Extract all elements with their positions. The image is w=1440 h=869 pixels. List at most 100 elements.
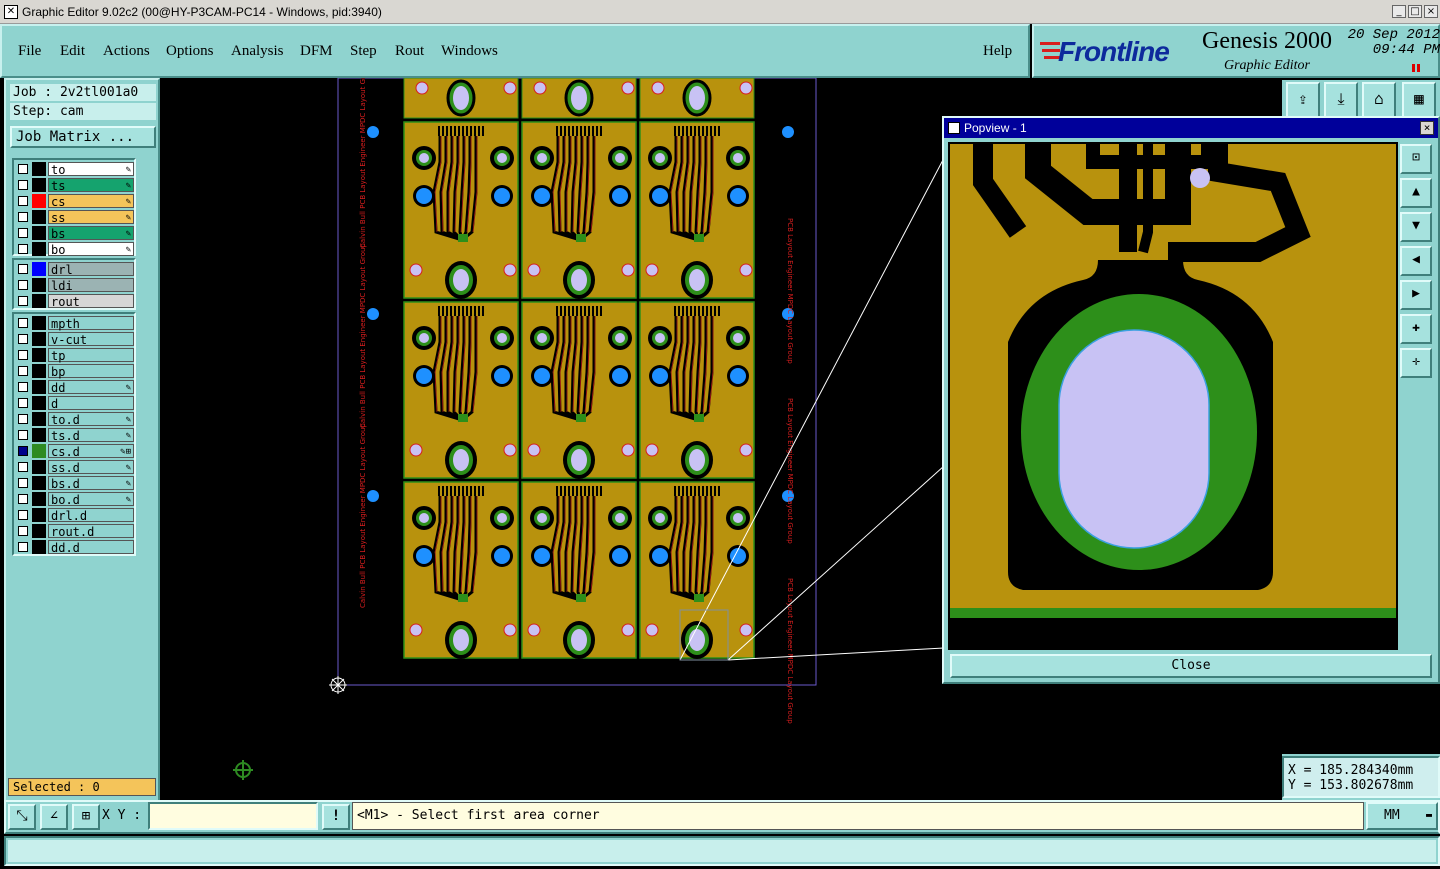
layer-name[interactable]: bo.d ✎ [48,492,134,507]
popview-close-icon[interactable]: × [1420,121,1434,135]
layer-row-d[interactable]: d [16,396,134,411]
layer-name[interactable]: bs ✎ [48,226,134,241]
layer-name[interactable]: ss ✎ [48,210,134,225]
menu-help[interactable]: Help [983,43,1012,60]
layer-checkbox[interactable] [18,296,28,306]
layer-color-swatch[interactable] [32,444,46,458]
layer-color-swatch[interactable] [32,412,46,426]
popview-close-button[interactable]: Close [950,654,1432,678]
menu-dfm[interactable]: DFM [300,43,333,60]
menu-options[interactable]: Options [166,43,214,60]
layer-checkbox[interactable] [18,526,28,536]
layer-color-swatch[interactable] [32,524,46,538]
layer-name[interactable]: d [48,396,134,411]
grid-mode-icon[interactable]: ⊞ [72,804,100,830]
layer-row-rout.d[interactable]: rout.d [16,524,134,539]
menu-file[interactable]: File [18,43,41,60]
layer-row-ss.d[interactable]: ss.d ✎ [16,460,134,475]
units-select[interactable]: MM ▬ [1366,802,1438,830]
layer-checkbox[interactable] [18,164,28,174]
layer-checkbox[interactable] [18,280,28,290]
layer-checkbox[interactable] [18,334,28,344]
layer-color-swatch[interactable] [32,460,46,474]
pause-icon[interactable] [1412,64,1415,72]
layer-checkbox[interactable] [18,414,28,424]
layer-row-ss[interactable]: ss ✎ [16,210,134,225]
layer-color-swatch[interactable] [32,242,46,256]
popview-pan-down-icon[interactable]: ▼ [1400,212,1432,242]
layer-row-v-cut[interactable]: v-cut [16,332,134,347]
layer-color-swatch[interactable] [32,162,46,176]
toolbar-export-icon[interactable]: ⇪ [1286,82,1320,118]
layer-checkbox[interactable] [18,478,28,488]
layer-checkbox[interactable] [18,180,28,190]
layer-checkbox[interactable] [18,446,28,456]
layer-checkbox[interactable] [18,318,28,328]
layer-name[interactable]: cs ✎ [48,194,134,209]
layer-row-bo.d[interactable]: bo.d ✎ [16,492,134,507]
layer-checkbox[interactable] [18,542,28,552]
layer-checkbox[interactable] [18,228,28,238]
layer-checkbox[interactable] [18,430,28,440]
layer-row-dd.d[interactable]: dd.d [16,540,134,555]
popview-menu-icon[interactable] [948,122,960,134]
layer-row-ldi[interactable]: ldi [16,278,134,293]
layer-color-swatch[interactable] [32,348,46,362]
menu-step[interactable]: Step [350,43,377,60]
layer-row-cs[interactable]: cs ✎ [16,194,134,209]
toolbar-grid-icon[interactable]: ▦ [1402,82,1436,118]
layer-checkbox[interactable] [18,494,28,504]
layer-name[interactable]: tp [48,348,134,363]
snap-mode-icon[interactable]: ⤡ [8,804,36,830]
layer-color-swatch[interactable] [32,278,46,292]
layer-name[interactable]: ts ✎ [48,178,134,193]
system-menu-icon[interactable]: ✕ [4,5,18,19]
layer-name[interactable]: mpth [48,316,134,331]
layer-name[interactable]: bo ✎ [48,242,134,257]
popview-zoom-out-icon[interactable]: ✛ [1400,348,1432,378]
layer-name[interactable]: rout.d [48,524,134,539]
layer-name[interactable]: to.d ✎ [48,412,134,427]
layer-name[interactable]: drl [48,262,134,277]
menu-actions[interactable]: Actions [103,43,150,60]
layer-name[interactable]: bp [48,364,134,379]
toolbar-import-icon[interactable]: ⤓ [1324,82,1358,118]
popview-canvas[interactable] [948,142,1398,650]
menu-windows[interactable]: Windows [441,43,498,60]
layer-color-swatch[interactable] [32,178,46,192]
layer-color-swatch[interactable] [32,540,46,554]
layer-name[interactable]: to ✎ [48,162,134,177]
layer-row-bp[interactable]: bp [16,364,134,379]
layer-color-swatch[interactable] [32,380,46,394]
layer-checkbox[interactable] [18,510,28,520]
layer-row-cs.d[interactable]: cs.d ✎⊞ [16,444,134,459]
layer-color-swatch[interactable] [32,508,46,522]
layer-row-bo[interactable]: bo ✎ [16,242,134,257]
layer-row-ts.d[interactable]: ts.d ✎ [16,428,134,443]
layer-row-tp[interactable]: tp [16,348,134,363]
menu-rout[interactable]: Rout [395,43,424,60]
layer-checkbox[interactable] [18,366,28,376]
job-matrix-button[interactable]: Job Matrix ... [10,126,156,148]
layer-checkbox[interactable] [18,350,28,360]
layer-row-ts[interactable]: ts ✎ [16,178,134,193]
layer-checkbox[interactable] [18,398,28,408]
toolbar-home-icon[interactable]: ⌂ [1362,82,1396,118]
layer-checkbox[interactable] [18,244,28,254]
layer-row-dd[interactable]: dd ✎ [16,380,134,395]
layer-name[interactable]: v-cut [48,332,134,347]
layer-checkbox[interactable] [18,462,28,472]
layer-color-swatch[interactable] [32,476,46,490]
layer-name[interactable]: ts.d ✎ [48,428,134,443]
popview-pan-up-icon[interactable]: ▲ [1400,178,1432,208]
menu-analysis[interactable]: Analysis [231,43,284,60]
layer-color-swatch[interactable] [32,316,46,330]
layer-color-swatch[interactable] [32,294,46,308]
layer-row-drl.d[interactable]: drl.d [16,508,134,523]
layer-name[interactable]: ldi [48,278,134,293]
layer-name[interactable]: drl.d [48,508,134,523]
layer-row-to[interactable]: to ✎ [16,162,134,177]
close-window-button[interactable]: × [1424,5,1438,18]
layer-row-bs.d[interactable]: bs.d ✎ [16,476,134,491]
layer-name[interactable]: rout [48,294,134,309]
